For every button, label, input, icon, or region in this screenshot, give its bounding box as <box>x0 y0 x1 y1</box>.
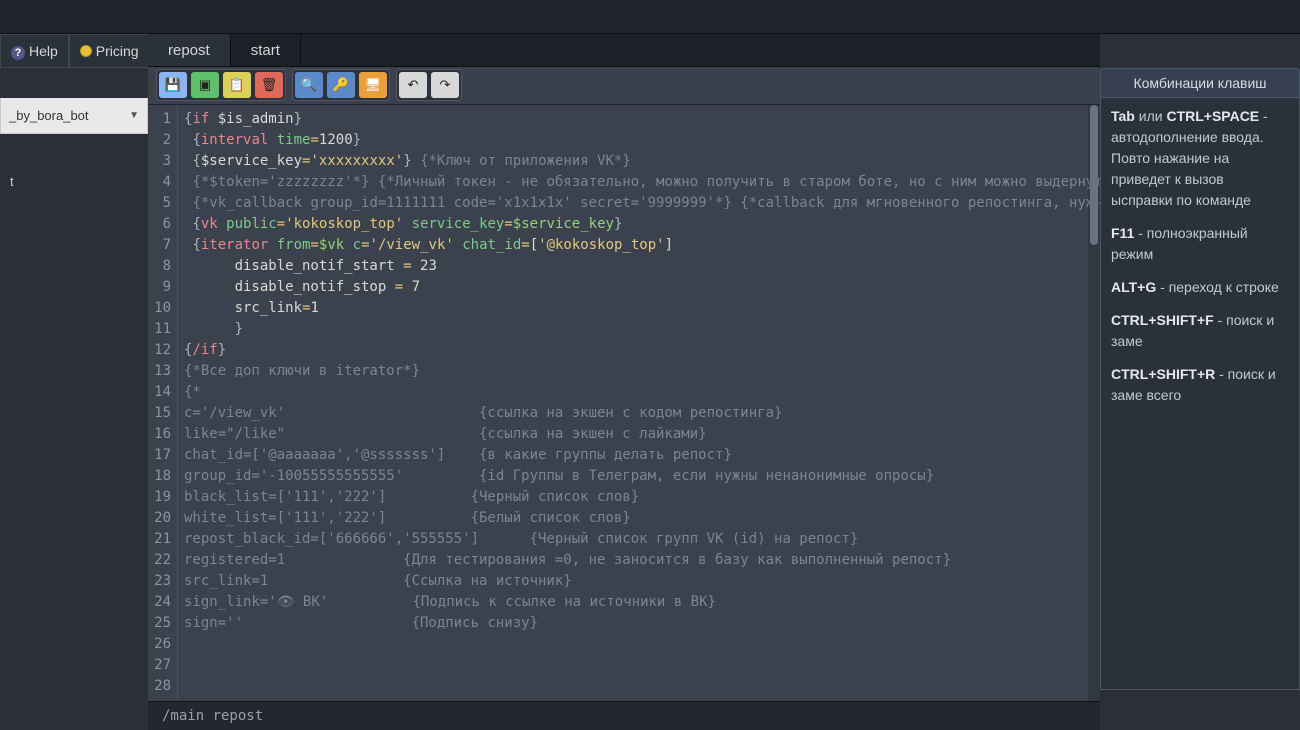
shortcut-tip: CTRL+SHIFT+F - поиск и заме <box>1111 310 1289 352</box>
help-pricing-row: Help Pricing <box>0 34 148 68</box>
delete-button[interactable]: 🗑 <box>255 72 283 98</box>
shortcuts-panel-body: Tab или CTRL+SPACE - автодополнение ввод… <box>1100 98 1300 690</box>
bot-selector-label: _by_bora_bot <box>9 108 89 123</box>
window-topbar <box>0 0 1300 34</box>
breadcrumb: /main repost <box>162 708 263 724</box>
save-button[interactable]: 💾 <box>159 72 187 98</box>
scrollbar-thumb[interactable] <box>1090 105 1098 245</box>
coin-icon <box>80 45 92 57</box>
right-panel: Комбинации клавиш Tab или CTRL+SPACE - а… <box>1100 34 1300 730</box>
shortcuts-panel-title: Комбинации клавиш <box>1100 68 1300 98</box>
key-button[interactable]: 🔑 <box>327 72 355 98</box>
tab-repost[interactable]: repost <box>148 34 231 66</box>
tab-start[interactable]: start <box>231 34 301 66</box>
pricing-label: Pricing <box>96 43 139 59</box>
sidebar-item[interactable]: t <box>0 164 148 198</box>
shortcut-tip: F11 - полноэкранный режим <box>1111 223 1289 265</box>
run-button[interactable]: ▣ <box>191 72 219 98</box>
code-editor[interactable]: 1 2 3 4 5 6 7 8 9 10 11 12 13 14 15 16 1… <box>148 105 1100 701</box>
find-button[interactable]: 🔍 <box>295 72 323 98</box>
undo-button[interactable]: ↶ <box>399 72 427 98</box>
redo-button[interactable]: ↷ <box>431 72 459 98</box>
line-gutter: 1 2 3 4 5 6 7 8 9 10 11 12 13 14 15 16 1… <box>148 105 178 701</box>
toolbar-group-file: 💾 ▣ 📋 🗑 <box>156 69 286 101</box>
shortcut-tip: ALT+G - переход к строке <box>1111 277 1289 298</box>
file-tabs: repoststart <box>148 34 1100 67</box>
main-column: repoststart 💾 ▣ 📋 🗑 🔍 🔑 🖥 ↶ ↷ <box>148 34 1100 730</box>
status-bar: /main repost <box>148 701 1100 730</box>
shortcut-tip: CTRL+SHIFT+R - поиск и заме всего <box>1111 364 1289 406</box>
caret-down-icon: ▼ <box>129 110 139 121</box>
copy-button[interactable]: 📋 <box>223 72 251 98</box>
shortcut-tip: Tab или CTRL+SPACE - автодополнение ввод… <box>1111 106 1289 211</box>
help-label: Help <box>29 43 58 59</box>
fullscreen-button[interactable]: 🖥 <box>359 72 387 98</box>
bot-selector-dropdown[interactable]: _by_bora_bot ▼ <box>0 98 148 134</box>
vertical-scrollbar[interactable] <box>1088 105 1100 701</box>
app-root: Help Pricing _by_bora_bot ▼ t repoststar… <box>0 0 1300 730</box>
toolbar-group-search: 🔍 🔑 🖥 <box>292 69 390 101</box>
toolbar-group-history: ↶ ↷ <box>396 69 462 101</box>
left-column: Help Pricing _by_bora_bot ▼ t <box>0 34 148 730</box>
editor-toolbar: 💾 ▣ 📋 🗑 🔍 🔑 🖥 ↶ ↷ <box>148 67 1100 104</box>
help-icon <box>11 43 25 60</box>
help-button[interactable]: Help <box>0 34 69 68</box>
pricing-button[interactable]: Pricing <box>69 34 150 68</box>
code-content[interactable]: {if $is_admin} {interval time=1200} {$se… <box>178 105 1100 701</box>
